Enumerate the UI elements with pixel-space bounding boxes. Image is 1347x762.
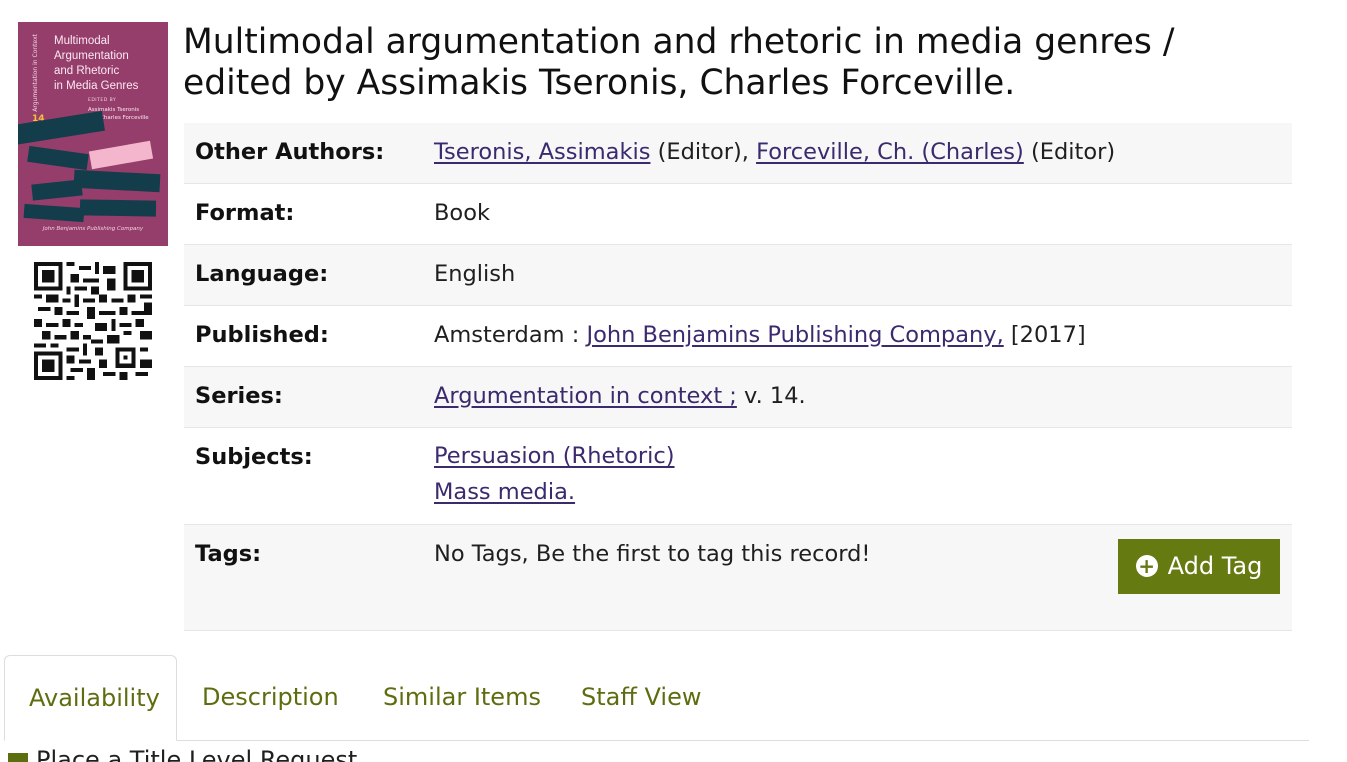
author-role: (Editor): [1023, 139, 1116, 165]
tags-empty-message: No Tags, Be the first to tag this record…: [434, 540, 871, 567]
record-page: Argumentation in Context Multimodal Argu…: [0, 0, 1347, 762]
record-title: Multimodal argumentation and rhetoric in…: [183, 22, 1303, 104]
author-role: (Editor),: [650, 139, 757, 165]
cover-publisher: John Benjamins Publishing Company: [42, 226, 144, 232]
series-volume: v. 14.: [736, 382, 806, 409]
record-tabs: Availability Description Similar Items S…: [4, 655, 1309, 741]
detail-value: Book: [434, 199, 490, 226]
title-level-request-link[interactable]: Place a Title Level Request: [8, 745, 357, 762]
detail-value: Tseronis, Assimakis (Editor), Forceville…: [434, 123, 1292, 183]
flag-icon: [8, 753, 28, 762]
tab-description[interactable]: Description: [178, 655, 363, 740]
publisher-link[interactable]: John Benjamins Publishing Company,: [586, 322, 1003, 348]
detail-label: Series:: [195, 382, 283, 409]
tab-similar-items[interactable]: Similar Items: [359, 655, 565, 740]
cover-bar: [31, 179, 83, 201]
detail-value: English: [434, 260, 516, 287]
cover-bar: [79, 199, 157, 217]
title-level-request-label: Place a Title Level Request: [36, 746, 358, 762]
book-cover-image[interactable]: Argumentation in Context Multimodal Argu…: [18, 22, 168, 246]
detail-row-subjects: Subjects: Persuasion (Rhetoric) Mass med…: [184, 427, 1292, 524]
record-title-line: Multimodal argumentation and rhetoric in…: [183, 22, 1175, 62]
detail-row-series: Series: Argumentation in context ; v. 14…: [184, 366, 1292, 427]
cover-spine-text: Argumentation in Context: [32, 34, 39, 112]
detail-row-other-authors: Other Authors: Tseronis, Assimakis (Edit…: [184, 123, 1292, 183]
detail-row-language: Language: English: [184, 244, 1292, 305]
detail-row-published: Published: Amsterdam : John Benjamins Pu…: [184, 305, 1292, 366]
detail-label: Format:: [195, 199, 295, 226]
cover-title-line: in Media Genres: [54, 80, 139, 92]
cover-title: Multimodal Argumentation and Rhetoric in…: [54, 34, 164, 94]
cover-bar: [73, 169, 161, 193]
cover-accent-bar: [88, 140, 154, 170]
detail-label: Subjects:: [195, 443, 313, 470]
subject-link[interactable]: Mass media.: [434, 479, 575, 505]
detail-label: Published:: [195, 321, 329, 348]
detail-label: Tags:: [195, 540, 262, 567]
cover-title-line: Multimodal: [54, 35, 110, 47]
cover-title-line: Argumentation: [54, 50, 129, 62]
author-link[interactable]: Tseronis, Assimakis: [434, 139, 650, 165]
publication-place: Amsterdam :: [434, 321, 587, 348]
detail-row-format: Format: Book: [184, 183, 1292, 244]
subject-link[interactable]: Persuasion (Rhetoric): [434, 443, 675, 469]
detail-row-tags: Tags: No Tags, Be the first to tag this …: [184, 524, 1292, 630]
qr-code-icon: [34, 262, 152, 380]
add-tag-button[interactable]: + Add Tag: [1118, 538, 1280, 594]
cover-title-line: and Rhetoric: [54, 65, 120, 77]
detail-value: No Tags, Be the first to tag this record…: [434, 524, 1292, 630]
detail-value: Amsterdam : John Benjamins Publishing Co…: [434, 305, 1292, 366]
record-title-line: edited by Assimakis Tseronis, Charles Fo…: [183, 63, 1016, 103]
detail-label: Other Authors:: [195, 139, 385, 165]
cover-bar: [23, 203, 85, 223]
detail-label: Language:: [195, 260, 329, 287]
series-link[interactable]: Argumentation in context ;: [434, 383, 737, 409]
publication-year: [2017]: [1003, 321, 1086, 348]
add-tag-label: Add Tag: [1167, 552, 1263, 580]
author-link[interactable]: Forceville, Ch. (Charles): [756, 139, 1024, 165]
detail-value: Argumentation in context ; v. 14.: [434, 366, 1292, 427]
plus-circle-icon: +: [1135, 555, 1158, 577]
cover-edited-by: EDITED BY: [88, 98, 117, 103]
cover-bar: [27, 145, 89, 171]
tab-availability[interactable]: Availability: [4, 655, 177, 741]
record-details-table: Other Authors: Tseronis, Assimakis (Edit…: [184, 123, 1292, 631]
detail-value: Persuasion (Rhetoric) Mass media.: [434, 427, 1292, 524]
tab-staff-view[interactable]: Staff View: [557, 655, 725, 740]
